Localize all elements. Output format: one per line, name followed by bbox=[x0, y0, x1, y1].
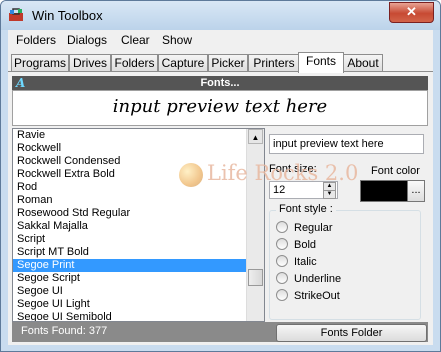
font-list-items: Ravie Rockwell Rockwell Condensed Rockwe… bbox=[13, 129, 246, 321]
window-title: Win Toolbox bbox=[32, 8, 103, 23]
fonts-folder-button[interactable]: Fonts Folder bbox=[276, 324, 427, 342]
tab-programs[interactable]: Programs bbox=[11, 54, 69, 72]
tab-printers[interactable]: Printers bbox=[248, 54, 300, 72]
font-options-pane: input preview text here Font size: Font … bbox=[266, 128, 430, 320]
font-color-label: Font color bbox=[371, 165, 420, 177]
font-list[interactable]: Ravie Rockwell Rockwell Condensed Rockwe… bbox=[12, 128, 265, 322]
preview-text-input[interactable]: input preview text here bbox=[269, 134, 424, 154]
tab-about[interactable]: About bbox=[343, 54, 383, 72]
menu-show[interactable]: Show bbox=[162, 33, 192, 47]
menu-folders[interactable]: Folders bbox=[16, 33, 56, 47]
radio-icon[interactable] bbox=[276, 238, 288, 251]
status-bar: Fonts Found: 377 Fonts Folder bbox=[12, 322, 428, 342]
style-strikeout-radio[interactable]: StrikeOut bbox=[276, 289, 340, 303]
list-item[interactable]: Segoe Script bbox=[13, 272, 246, 285]
font-style-group: Font style : Regular Bold Italic Underli… bbox=[269, 203, 421, 320]
font-list-scrollbar[interactable]: ▲ bbox=[246, 129, 264, 321]
radio-icon[interactable] bbox=[276, 221, 288, 234]
close-button[interactable]: ✕ bbox=[389, 2, 434, 23]
list-item[interactable]: Rosewood Std Regular bbox=[13, 207, 246, 220]
list-item[interactable]: Segoe UI Light bbox=[13, 298, 246, 311]
globe-icon bbox=[179, 162, 203, 187]
list-item-selected[interactable]: Segoe Print bbox=[13, 259, 246, 272]
scroll-up-icon[interactable]: ▲ bbox=[248, 129, 263, 144]
list-item[interactable]: Segoe UI bbox=[13, 285, 246, 298]
list-item[interactable]: Script bbox=[13, 233, 246, 246]
menu-dialogs[interactable]: Dialogs bbox=[67, 33, 107, 47]
watermark: Life Rocks 2.0 bbox=[179, 161, 358, 187]
list-item[interactable]: Script MT Bold bbox=[13, 246, 246, 259]
list-item[interactable]: Sakkal Majalla bbox=[13, 220, 246, 233]
style-bold-label: Bold bbox=[294, 239, 317, 251]
style-underline-radio[interactable]: Underline bbox=[276, 272, 341, 286]
font-preview-box: input preview text here bbox=[12, 90, 428, 126]
font-preview-text: input preview text here bbox=[112, 96, 328, 117]
fonts-panel: A Fonts... input preview text here Ravie… bbox=[8, 71, 433, 345]
tab-folders[interactable]: Folders bbox=[111, 54, 158, 72]
style-italic-label: Italic bbox=[294, 256, 317, 268]
app-window: Win Toolbox ✕ Folders Dialogs Clear Show… bbox=[0, 0, 441, 352]
client-area: Folders Dialogs Clear Show Programs Driv… bbox=[8, 30, 433, 345]
list-item[interactable]: Rockwell bbox=[13, 142, 246, 155]
style-underline-label: Underline bbox=[294, 273, 342, 285]
style-bold-radio[interactable]: Bold bbox=[276, 238, 316, 252]
spin-down-icon[interactable]: ▼ bbox=[323, 190, 336, 199]
tab-picker[interactable]: Picker bbox=[208, 54, 248, 72]
style-regular-label: Regular bbox=[294, 222, 333, 234]
tab-fonts[interactable]: Fonts bbox=[298, 52, 344, 73]
toolbox-app-icon bbox=[9, 8, 23, 21]
menu-bar: Folders Dialogs Clear Show bbox=[8, 30, 433, 50]
tab-drives[interactable]: Drives bbox=[69, 54, 111, 72]
fonts-found-count: Fonts Found: 377 bbox=[21, 325, 108, 337]
font-color-swatch bbox=[360, 180, 409, 202]
watermark-text: Life Rocks 2.0 bbox=[207, 161, 359, 185]
style-italic-radio[interactable]: Italic bbox=[276, 255, 317, 269]
title-bar[interactable]: Win Toolbox ✕ bbox=[1, 1, 440, 30]
list-item[interactable]: Segoe UI Semibold bbox=[13, 311, 246, 321]
radio-icon[interactable] bbox=[276, 289, 288, 302]
font-letter-icon: A bbox=[16, 76, 26, 90]
tab-strip: Programs Drives Folders Capture Picker P… bbox=[8, 52, 433, 73]
font-style-label: Font style : bbox=[276, 203, 336, 215]
fonts-header: A Fonts... bbox=[12, 76, 428, 90]
tab-capture[interactable]: Capture bbox=[158, 54, 208, 72]
radio-icon[interactable] bbox=[276, 255, 288, 268]
radio-icon[interactable] bbox=[276, 272, 288, 285]
menu-clear[interactable]: Clear bbox=[121, 33, 150, 47]
scroll-thumb[interactable] bbox=[248, 269, 263, 286]
fonts-header-label: Fonts... bbox=[200, 77, 240, 89]
style-strikeout-label: StrikeOut bbox=[294, 290, 340, 302]
list-item[interactable]: Roman bbox=[13, 194, 246, 207]
style-regular-radio[interactable]: Regular bbox=[276, 221, 333, 235]
choose-color-button[interactable]: ... bbox=[407, 180, 425, 202]
list-item[interactable]: Ravie bbox=[13, 129, 246, 142]
